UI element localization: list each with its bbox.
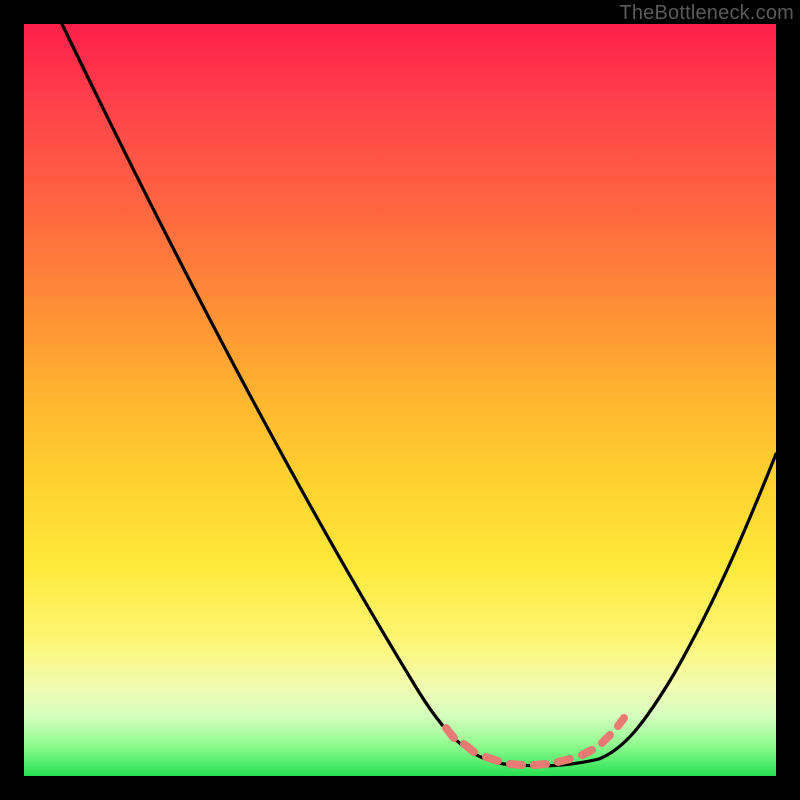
bottleneck-curve (62, 24, 776, 766)
watermark-text: TheBottleneck.com (619, 2, 794, 25)
chart-frame (24, 24, 776, 776)
chart-svg (24, 24, 776, 776)
